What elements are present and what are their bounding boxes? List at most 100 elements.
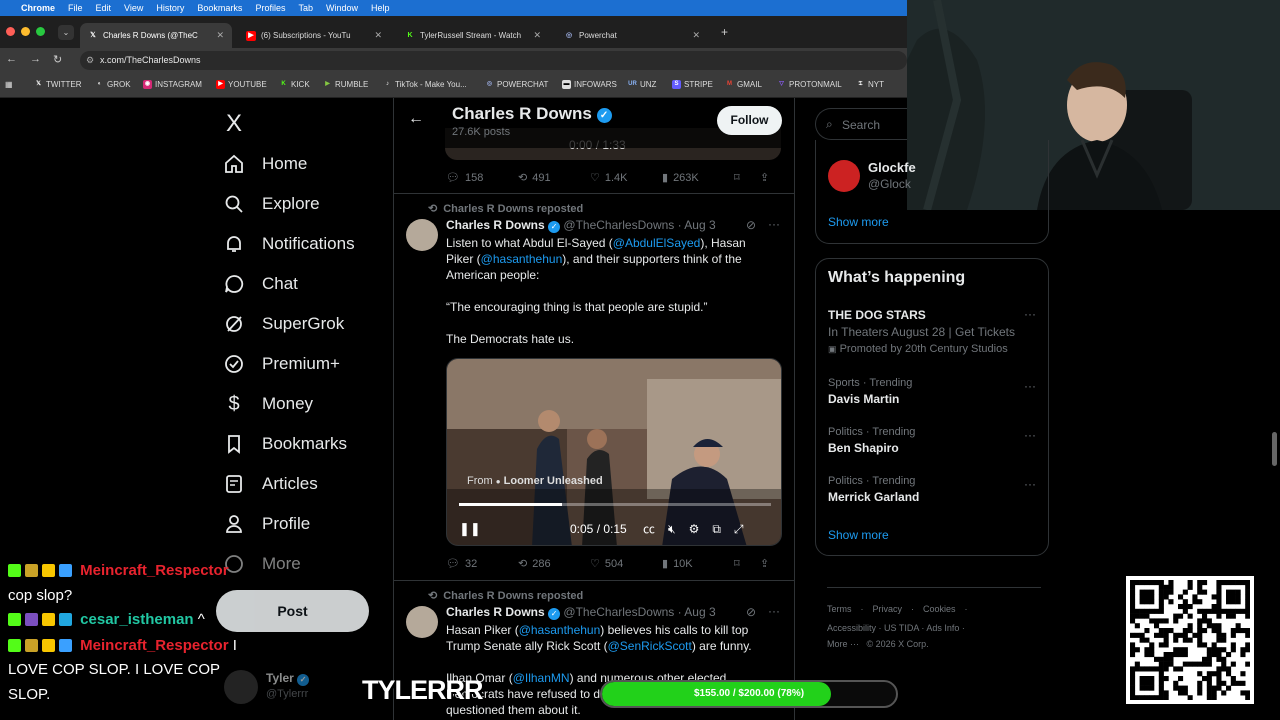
mention-link[interactable]: @AbdulElSayed: [613, 236, 701, 250]
show-more-link[interactable]: Show more: [828, 215, 889, 229]
forward-icon[interactable]: →: [30, 53, 41, 65]
footer-link[interactable]: Cookies: [923, 604, 956, 614]
menu-file[interactable]: File: [68, 3, 83, 13]
bookmark-gmail[interactable]: M GMAIL: [725, 80, 762, 89]
pip-icon[interactable]: ⧉: [712, 522, 734, 536]
search-box[interactable]: ⌕ Search: [815, 108, 907, 140]
tab-youtube[interactable]: ▶ (6) Subscriptions - YouTu ✕: [238, 23, 390, 48]
bookmark-unz[interactable]: UR UNZ: [628, 80, 656, 89]
bookmark-tiktok[interactable]: ♪ TikTok - Make You...: [383, 80, 467, 89]
bookmark-twitter[interactable]: 𝕏 TWITTER: [34, 80, 81, 89]
views-button[interactable]: ▮ 10K: [662, 557, 734, 571]
follow-button[interactable]: Follow: [717, 106, 782, 135]
menu-bookmarks[interactable]: Bookmarks: [197, 3, 242, 13]
nav-notifications[interactable]: Notifications: [224, 234, 355, 254]
bookmark-button[interactable]: ⌑: [734, 171, 760, 184]
reload-icon[interactable]: ↻: [53, 53, 62, 66]
reply-button[interactable]: 💬︎ 32: [446, 557, 518, 571]
footer-link[interactable]: Accessibility: [827, 623, 876, 633]
bookmark-nyt[interactable]: 𝔗 NYT: [856, 80, 885, 89]
mention-link[interactable]: @SenRickScott: [608, 639, 692, 653]
author-name[interactable]: Charles R Downs: [446, 605, 545, 619]
footer-link[interactable]: US TIDA: [884, 623, 919, 633]
tab-kick[interactable]: K TylerRussell Stream - Watch ✕: [397, 23, 549, 48]
show-more-link[interactable]: Show more: [828, 528, 889, 542]
post-button[interactable]: Post: [216, 590, 369, 632]
close-tab-icon[interactable]: ✕: [692, 30, 700, 41]
grok-icon[interactable]: ⊘: [746, 605, 756, 619]
trend-name[interactable]: Merrick Garland: [828, 490, 919, 504]
mention-link[interactable]: @hasanthehun: [481, 252, 563, 266]
zoom-window-button[interactable]: [36, 27, 45, 36]
nav-bookmarks[interactable]: Bookmarks: [224, 434, 347, 454]
nav-more[interactable]: More: [224, 554, 301, 574]
more-options-icon[interactable]: ···: [1024, 307, 1036, 321]
author-handle[interactable]: @TheCharlesDowns · Aug 3: [563, 605, 715, 619]
share-icon[interactable]: ⇪: [760, 171, 769, 184]
new-tab-icon[interactable]: +: [721, 25, 728, 39]
page-scrollbar[interactable]: [1272, 432, 1277, 466]
grok-icon[interactable]: ⊘: [746, 218, 756, 232]
nav-home[interactable]: Home: [224, 154, 307, 174]
nav-explore[interactable]: Explore: [224, 194, 320, 214]
bookmark-grok[interactable]: ◐ GROK: [95, 80, 131, 89]
footer-link[interactable]: Privacy: [873, 604, 903, 614]
tab-search-icon[interactable]: ⌄: [58, 25, 74, 40]
account-avatar[interactable]: [224, 670, 258, 704]
apps-grid-icon[interactable]: ▦: [5, 80, 13, 89]
nav-money[interactable]: $ Money: [224, 393, 313, 415]
mute-icon[interactable]: 🔇︎: [668, 522, 689, 536]
more-options-icon[interactable]: ···: [1024, 477, 1036, 491]
mention-link[interactable]: @hasanthehun: [519, 623, 601, 637]
footer-more[interactable]: More ···: [827, 639, 859, 649]
pause-icon[interactable]: ❚❚: [459, 521, 481, 537]
address-bar[interactable]: ⚙ x.com/TheCharlesDowns: [80, 51, 907, 70]
glock-avatar[interactable]: [828, 160, 860, 192]
captions-icon[interactable]: ㏄: [643, 522, 668, 536]
trend-name[interactable]: Ben Shapiro: [828, 441, 899, 455]
repost-button[interactable]: ⟲ 491: [518, 171, 590, 185]
video-source[interactable]: From ● Loomer Unleashed: [467, 475, 603, 487]
back-icon[interactable]: ←: [6, 53, 17, 65]
like-button[interactable]: ♡ 1.4K: [590, 171, 662, 185]
x-logo-icon[interactable]: X: [226, 110, 242, 138]
menu-app-name[interactable]: Chrome: [21, 3, 55, 13]
menu-edit[interactable]: Edit: [96, 3, 112, 13]
author-avatar[interactable]: [406, 606, 438, 638]
footer-link[interactable]: Ads Info: [926, 623, 959, 633]
who-name[interactable]: Glockfe: [868, 160, 916, 175]
menu-profiles[interactable]: Profiles: [255, 3, 285, 13]
minimize-window-button[interactable]: [21, 27, 30, 36]
bookmark-rumble[interactable]: ▶ RUMBLE: [323, 80, 368, 89]
close-tab-icon[interactable]: ✕: [216, 30, 224, 41]
menu-view[interactable]: View: [124, 3, 143, 13]
author-avatar[interactable]: [406, 219, 438, 251]
video-progress-track[interactable]: [459, 503, 771, 506]
author-name[interactable]: Charles R Downs: [446, 218, 545, 232]
tab-powerchat[interactable]: ◎ Powerchat ✕: [556, 23, 708, 48]
views-button[interactable]: ▮ 263K: [662, 171, 734, 185]
bookmark-kick[interactable]: K KICK: [279, 80, 309, 89]
mention-link[interactable]: @IlhanMN: [513, 671, 570, 685]
share-icon[interactable]: ⇪: [760, 557, 769, 570]
bookmark-powerchat[interactable]: ◎ POWERCHAT: [485, 80, 549, 89]
bookmark-stripe[interactable]: S STRIPE: [672, 80, 713, 89]
tab-charles[interactable]: 𝕏 Charles R Downs (@TheC ✕: [80, 23, 232, 48]
more-options-icon[interactable]: ···: [1024, 428, 1036, 442]
author-handle[interactable]: @TheCharlesDowns · Aug 3: [563, 218, 715, 232]
fullscreen-icon[interactable]: ⤢: [734, 522, 757, 536]
close-tab-icon[interactable]: ✕: [374, 30, 382, 41]
promo-title[interactable]: THE DOG STARS: [828, 308, 926, 322]
bookmark-protonmail[interactable]: ▽ PROTONMAIL: [777, 80, 842, 89]
more-options-icon[interactable]: ···: [768, 217, 780, 231]
nav-profile[interactable]: Profile: [224, 514, 310, 534]
bookmark-instagram[interactable]: ◉ INSTAGRAM: [143, 80, 202, 89]
account-name[interactable]: Tyler ✓: [266, 671, 310, 686]
nav-chat[interactable]: Chat: [224, 274, 298, 294]
menu-history[interactable]: History: [156, 3, 184, 13]
menu-window[interactable]: Window: [326, 3, 358, 13]
repost-button[interactable]: ⟲ 286: [518, 557, 590, 571]
more-options-icon[interactable]: ···: [1024, 379, 1036, 393]
close-tab-icon[interactable]: ✕: [533, 30, 541, 41]
close-window-button[interactable]: [6, 27, 15, 36]
